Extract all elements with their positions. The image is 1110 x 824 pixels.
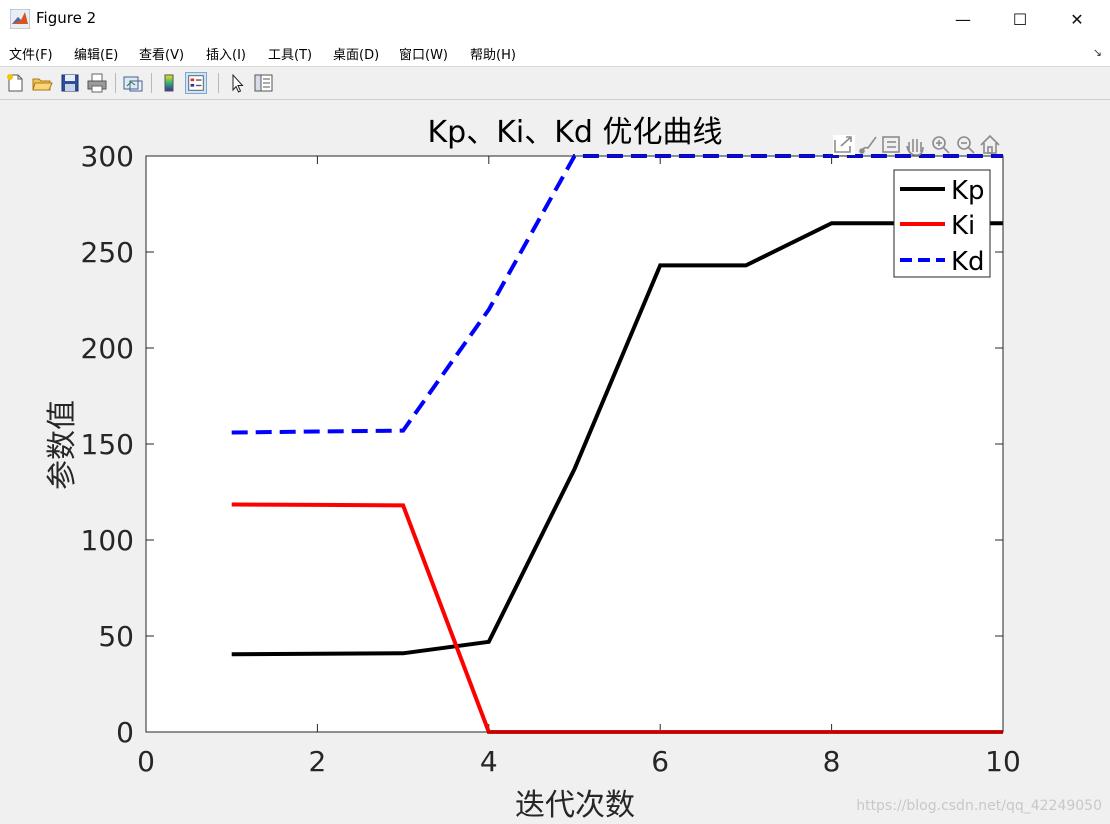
watermark: https://blog.csdn.net/qq_42249050	[856, 798, 1102, 814]
y-tick-label: 150	[81, 428, 134, 461]
brush-icon[interactable]	[859, 136, 877, 154]
legend[interactable]: Kp Ki Kd	[893, 169, 991, 278]
pan-icon[interactable]	[906, 139, 924, 156]
legend-label-kd: Kd	[951, 247, 985, 277]
y-tick-label: 200	[81, 332, 134, 365]
x-tick-label: 8	[823, 745, 841, 778]
y-axis-label: 参数值	[45, 400, 80, 490]
plot-area[interactable]	[146, 156, 1003, 732]
export-icon[interactable]	[833, 135, 855, 155]
legend-label-ki: Ki	[951, 211, 975, 241]
x-tick-label: 2	[308, 745, 326, 778]
x-axis-label: 迭代次数	[515, 788, 635, 823]
x-tick-label: 6	[651, 745, 669, 778]
home-icon[interactable]	[980, 134, 1000, 154]
y-tick-label: 250	[81, 236, 134, 269]
x-tick-label: 0	[137, 745, 155, 778]
zoom-in-icon[interactable]	[932, 136, 950, 154]
axes-toolbar	[833, 134, 1000, 156]
y-tick-label: 0	[116, 716, 134, 749]
x-tick-label: 4	[480, 745, 498, 778]
legend-label-kp: Kp	[951, 176, 985, 206]
zoom-out-icon[interactable]	[957, 136, 975, 154]
data-tips-icon[interactable]	[882, 136, 900, 153]
y-tick-label: 100	[81, 524, 134, 557]
y-tick-label: 300	[81, 140, 134, 173]
y-tick-label: 50	[98, 620, 134, 653]
x-tick-label: 10	[985, 745, 1021, 778]
chart-title: Kp、Ki、Kd 优化曲线	[428, 115, 723, 150]
figure-canvas: 0 2 4 6 8 10050100150200250300 Kp、Ki、Kd 优化曲线 …	[45, 115, 1102, 823]
